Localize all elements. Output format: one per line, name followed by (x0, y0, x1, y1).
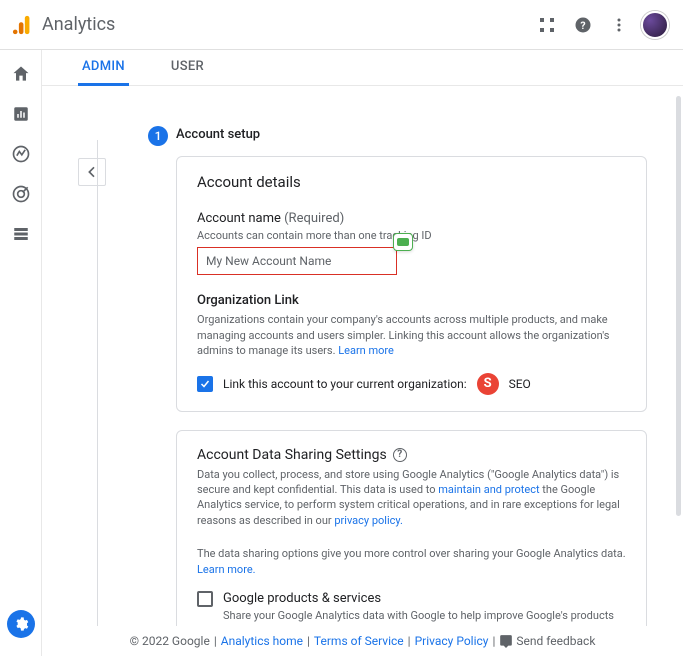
tos-link[interactable]: Terms of Service (314, 634, 404, 648)
admin-gear-icon[interactable] (7, 610, 35, 638)
help-icon[interactable]: ? (567, 9, 599, 41)
reports-icon[interactable] (11, 104, 31, 124)
tab-admin[interactable]: ADMIN (78, 50, 129, 86)
logo[interactable]: Analytics (12, 14, 115, 36)
google-products-checkbox[interactable] (197, 591, 213, 607)
footer: © 2022 Google | Analytics home | Terms o… (42, 626, 683, 656)
google-products-title: Google products & services (223, 591, 626, 606)
topbar: Analytics ? (0, 0, 683, 50)
sharing-learn-more-link[interactable]: Learn more. (197, 563, 256, 576)
apps-icon[interactable] (531, 9, 563, 41)
main-area: 1 Account setup Account details Account … (42, 86, 683, 626)
configure-icon[interactable] (11, 224, 31, 244)
org-name: SEO (509, 377, 531, 391)
sharing-heading: Account Data Sharing Settings (197, 447, 387, 463)
app-title: Analytics (42, 14, 115, 35)
google-products-desc: Share your Google Analytics data with Go… (223, 608, 626, 626)
more-icon[interactable] (603, 9, 635, 41)
svg-text:?: ? (580, 18, 585, 31)
analytics-home-link[interactable]: Analytics home (221, 634, 303, 648)
left-rail (0, 50, 42, 656)
maintain-protect-link[interactable]: maintain and protect (438, 483, 539, 496)
send-feedback-link[interactable]: Send feedback (499, 634, 595, 648)
tab-user[interactable]: USER (167, 50, 208, 86)
password-manager-icon[interactable] (393, 233, 413, 251)
sharing-desc2: The data sharing options give you more c… (197, 546, 626, 577)
account-name-label: Account name (Required) (197, 211, 626, 226)
data-sharing-card: Account Data Sharing Settings ? Data you… (176, 430, 647, 626)
link-org-checkbox[interactable] (197, 376, 213, 392)
step-title: Account setup (176, 127, 260, 142)
privacy-policy-link[interactable]: privacy policy. (334, 514, 403, 527)
org-link-heading: Organization Link (197, 293, 626, 308)
home-icon[interactable] (11, 64, 31, 84)
account-details-card: Account details Account name (Required) … (176, 156, 647, 412)
sharing-desc: Data you collect, process, and store usi… (197, 467, 626, 529)
analytics-logo-icon (12, 14, 34, 36)
scrollbar[interactable] (676, 96, 681, 516)
step-number: 1 (148, 126, 168, 146)
help-tooltip-icon[interactable]: ? (393, 448, 407, 462)
explore-icon[interactable] (11, 144, 31, 164)
privacy-link[interactable]: Privacy Policy (415, 634, 489, 648)
account-avatar[interactable] (639, 9, 671, 41)
org-badge: S (477, 373, 499, 395)
sub-tabs: ADMIN USER (42, 50, 683, 86)
account-details-heading: Account details (197, 173, 626, 191)
link-org-label: Link this account to your current organi… (223, 377, 467, 391)
account-name-input[interactable] (197, 247, 397, 275)
back-button[interactable] (78, 158, 106, 186)
org-link-help: Organizations contain your company's acc… (197, 312, 626, 358)
advertising-icon[interactable] (11, 184, 31, 204)
copyright: © 2022 Google (130, 634, 210, 648)
org-learn-more-link[interactable]: Learn more (338, 344, 394, 357)
